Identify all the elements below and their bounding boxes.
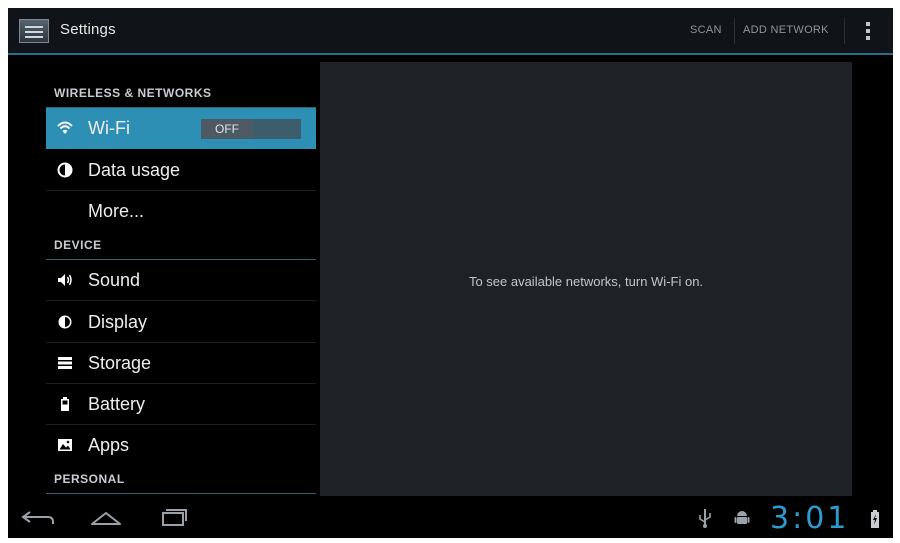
wifi-toggle-state: OFF <box>201 119 253 139</box>
action-divider <box>734 18 735 44</box>
add-network-button[interactable]: ADD NETWORK <box>743 24 829 36</box>
sidebar-item-more[interactable]: More... <box>46 191 316 232</box>
app-title: Settings <box>60 21 116 38</box>
sidebar-item-label: Battery <box>88 394 146 414</box>
section-header-device: DEVICE <box>54 238 102 252</box>
back-icon[interactable] <box>18 506 58 530</box>
wifi-off-message: To see available networks, turn Wi-Fi on… <box>468 274 704 289</box>
sidebar-item-wifi[interactable]: Wi-Fi OFF <box>46 108 316 149</box>
action-divider <box>844 18 845 44</box>
sidebar-item-label: Display <box>88 312 148 332</box>
wifi-toggle[interactable]: OFF <box>201 119 301 139</box>
brightness-icon <box>58 315 72 329</box>
action-bar: Settings SCAN ADD NETWORK <box>8 8 893 55</box>
sidebar-item-storage[interactable]: Storage <box>46 343 316 384</box>
system-navigation-bar: 3:01 <box>8 498 893 538</box>
sidebar-item-label: Wi-Fi <box>88 118 130 138</box>
overflow-menu-icon[interactable] <box>865 22 871 42</box>
status-clock: 3:01 <box>770 501 850 536</box>
sidebar-item-label: Storage <box>88 353 152 373</box>
sidebar-item-battery[interactable]: Battery <box>46 384 316 425</box>
sidebar-item-label: More... <box>88 201 145 221</box>
home-icon[interactable] <box>86 506 126 530</box>
sidebar-item-sound[interactable]: Sound <box>46 260 316 301</box>
sidebar-item-apps[interactable]: Apps <box>46 425 316 466</box>
battery-status-icon <box>871 510 879 528</box>
data-usage-icon <box>57 162 73 178</box>
section-divider <box>46 493 316 494</box>
usb-icon <box>699 509 711 528</box>
sidebar-item-label: Apps <box>88 435 130 455</box>
section-header-personal: PERSONAL <box>54 472 125 486</box>
battery-icon <box>61 397 69 411</box>
settings-app-icon[interactable] <box>19 19 49 43</box>
wifi-icon <box>57 121 73 134</box>
storage-icon <box>58 357 72 369</box>
android-debug-icon <box>734 511 750 524</box>
sidebar-item-data-usage[interactable]: Data usage <box>46 150 316 191</box>
recent-apps-icon[interactable] <box>153 506 193 530</box>
apps-icon <box>58 439 72 451</box>
tablet-screen: Settings SCAN ADD NETWORK WIRELESS & NET… <box>8 8 893 538</box>
sidebar-item-label: Sound <box>88 270 141 290</box>
section-header-wireless: WIRELESS & NETWORKS <box>54 86 212 100</box>
sidebar-item-display[interactable]: Display <box>46 302 316 343</box>
sidebar-item-label: Data usage <box>88 160 181 180</box>
wifi-detail-pane: To see available networks, turn Wi-Fi on… <box>320 62 852 496</box>
settings-list: WIRELESS & NETWORKS Wi-Fi OFF Data usage… <box>46 64 316 496</box>
scan-button[interactable]: SCAN <box>690 24 722 36</box>
speaker-icon <box>58 274 72 286</box>
